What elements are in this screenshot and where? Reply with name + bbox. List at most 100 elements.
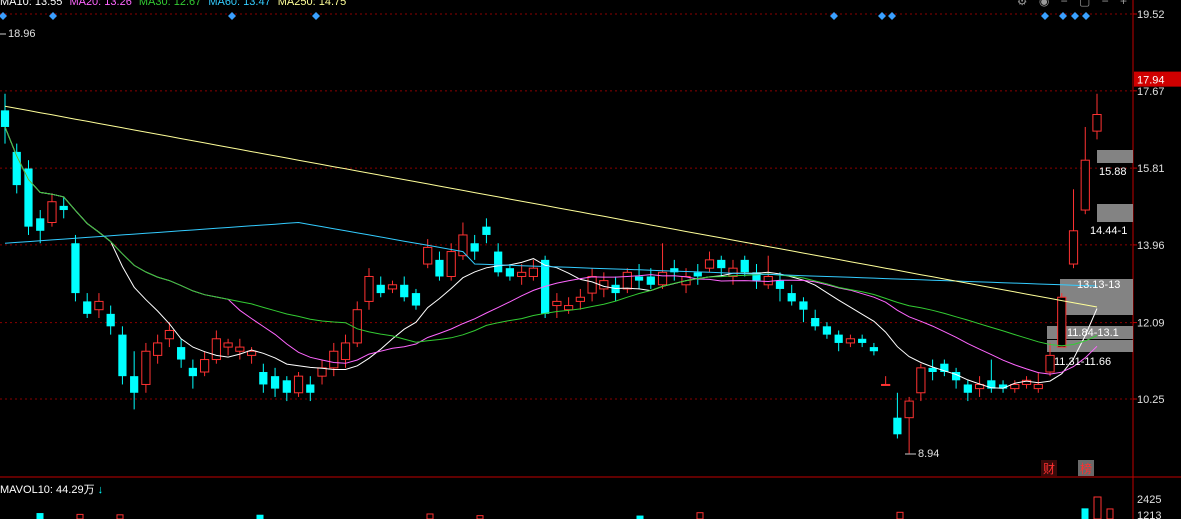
volume-bar [696,512,704,519]
candle-body-up [352,309,362,344]
candle-body-up [528,267,538,277]
candle-body-up [763,275,773,286]
zone-label-1: 15.88 [1099,166,1127,178]
candle-body-up [153,342,163,356]
candle-body-up [340,342,351,361]
candle-body-down [893,417,902,435]
candle-body-up [575,296,585,302]
candle-body-up [211,338,221,361]
zone-label-5: 11.31-11.66 [1054,356,1111,368]
candle-body-down [435,259,444,277]
ma10-line [4,126,1098,389]
event-diamond-icon [228,12,236,20]
candle-body-up [1092,114,1102,132]
candle-body-down [928,367,937,373]
event-diamond-icon [1059,12,1067,20]
candle-body-down [188,367,197,377]
volume-bar [896,511,904,519]
candle-body-up [517,271,527,277]
candle-body-down [494,251,503,273]
price-tick-label: 19.52 [1137,9,1165,21]
candle-body-down [646,276,655,285]
candle-body-up [881,383,891,386]
candle-body-down [740,259,749,273]
candle-body-up [47,201,57,223]
current-price-label: 17.94 [1137,75,1165,87]
volume-bar [256,514,264,519]
candle-body-up [704,259,715,269]
volume-bar [1081,508,1089,519]
candle-body-down [282,380,291,393]
candle-body-down [177,347,186,360]
candle-body-up [164,329,174,340]
candle-body-down [24,168,33,227]
candle-body-down [834,334,843,343]
candle-body-down [787,293,796,302]
candle-body-down [259,372,268,385]
candle-body-down [270,376,280,389]
candle-body-up [1057,296,1067,348]
candle-body-down [670,268,679,273]
candle-body-down [36,218,45,231]
event-diamond-icon [1041,12,1049,20]
ma30-line [4,126,1098,347]
candle-body-up [293,375,304,394]
vol-tick-label: 1213 [1137,510,1161,519]
price-tick-label: 13.96 [1137,240,1165,252]
candle-body-down [775,280,785,289]
price-tick-label: 17.67 [1137,86,1165,98]
candle-body-up [904,400,914,419]
candle-body-up [246,350,257,356]
candle-body-up [329,350,339,369]
candle-body-up [458,234,468,257]
event-diamond-icon [878,12,886,20]
candle-body-up [364,275,374,302]
candle-body-up [446,251,456,277]
bang-marker: 榜 [1080,461,1092,476]
candle-body-down [717,259,726,269]
candle-body-up [657,271,668,286]
volume-bar [1106,508,1114,519]
candle-body-down [963,384,972,393]
candle-body-up [622,271,632,290]
cai-marker: 财 [1043,462,1055,476]
candle-body-down [799,301,808,310]
candle-body-up [223,342,233,348]
candle-body-up [587,275,597,294]
candle-body-down [470,243,479,252]
price-zone [1097,204,1133,222]
candle-body-up [564,305,574,311]
candle-body-up [94,300,104,311]
ma250-line [4,105,1098,308]
candle-body-down [858,338,867,343]
volume-bar [426,513,434,519]
volume-bar [116,514,124,519]
candle-body-down [376,284,385,294]
candle-body-up [141,350,151,385]
candle-body-up [552,300,562,307]
candle-body-down [505,268,515,277]
event-diamond-icon [830,12,838,20]
volume-bar [76,513,84,519]
candle-body-down [83,301,92,314]
volume-bar [36,513,44,519]
event-diamond-icon [0,12,7,20]
candle-body-down [59,205,68,211]
event-diamond-icon [49,12,57,20]
candle-body-down [634,276,644,281]
candle-body-down [106,313,115,327]
candle-body-down [693,272,702,277]
event-diamond-icon [888,12,896,20]
candle-body-up [1068,230,1079,265]
candle-body-down [118,334,127,377]
volume-bar [476,515,484,519]
candle-body-down [482,226,491,235]
zone-label-4: 11.84-13.1 [1067,327,1119,339]
stock-chart[interactable]: 19.52 17.67 15.81 13.96 12.09 10.25 17.94 2425 1… [0,0,1181,519]
candle-body-up [1010,383,1020,390]
price-tick-label: 10.25 [1137,394,1165,406]
vol-tick-label: 2425 [1137,494,1161,506]
candle-body-down [411,293,421,306]
event-diamond-icon [1071,12,1079,20]
candle-body-up [200,359,210,373]
